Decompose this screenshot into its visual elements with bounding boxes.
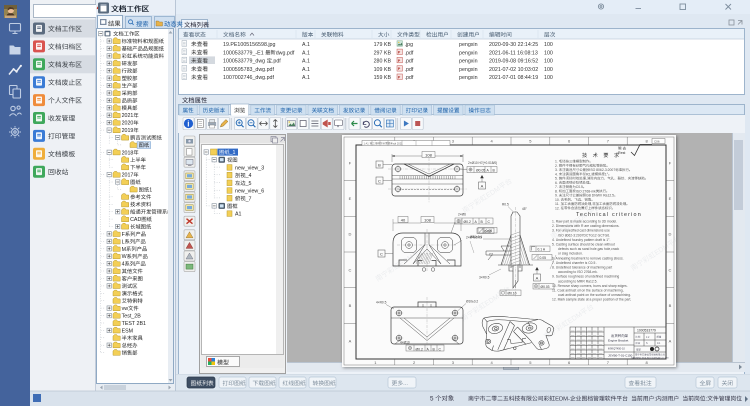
svg-text:2021-07-02 10:03:02: 2021-07-02 10:03:02: [489, 67, 538, 73]
svg-text:A.1: A.1: [302, 42, 310, 48]
svg-text:A.1: A.1: [302, 59, 310, 65]
svg-text:2020-09-30 22:14:25: 2020-09-30 22:14:25: [489, 42, 538, 48]
svg-text:.jpg: .jpg: [405, 42, 414, 48]
svg-text:.pdf: .pdf: [272, 59, 281, 65]
svg-text:.pdf: .pdf: [405, 59, 414, 65]
svg-text:EDM-: EDM-: [555, 397, 570, 403]
svg-text:280 KB: 280 KB: [374, 59, 392, 65]
svg-text:100: 100: [544, 67, 553, 73]
svg-text:100: 100: [544, 50, 553, 56]
svg-text:pengxin: pengxin: [459, 75, 478, 81]
svg-text:19.PE1005156598.jpg: 19.PE1005156598.jpg: [223, 42, 275, 48]
svg-text:pengxin: pengxin: [459, 50, 478, 56]
svg-text:.pdf: .pdf: [405, 67, 414, 73]
svg-text:2021-07-01 08:44:19: 2021-07-01 08:44:19: [489, 75, 538, 81]
svg-text:109 KB: 109 KB: [374, 67, 392, 73]
svg-text:2019-09-08 09:16:52: 2019-09-08 09:16:52: [489, 59, 538, 65]
svg-text:P: P: [398, 67, 401, 71]
svg-text:P: P: [398, 75, 401, 79]
svg-text:297 KB: 297 KB: [374, 50, 392, 56]
svg-text:1007002746_dwg.pdf: 1007002746_dwg.pdf: [223, 75, 274, 81]
svg-text:P: P: [398, 51, 401, 55]
svg-text:pengxin: pengxin: [459, 42, 478, 48]
svg-text:P: P: [398, 59, 401, 63]
svg-text:1000533779_-E1: 1000533779_-E1: [223, 50, 264, 56]
svg-text:.pdf: .pdf: [405, 75, 414, 81]
svg-text:100: 100: [544, 59, 553, 65]
svg-text:A.1: A.1: [302, 67, 310, 73]
svg-text:5: 5: [430, 396, 434, 403]
svg-text:dwg.pdf: dwg.pdf: [276, 50, 295, 56]
svg-text:.pdf: .pdf: [405, 50, 414, 56]
svg-text:pengxin: pengxin: [459, 67, 478, 73]
svg-text:159 KB: 159 KB: [374, 75, 392, 81]
svg-text:1000595783_dwg.pdf: 1000595783_dwg.pdf: [223, 67, 274, 73]
svg-text:pengxin: pengxin: [459, 59, 478, 65]
svg-text:100: 100: [544, 42, 553, 48]
svg-text:A.1: A.1: [302, 75, 310, 81]
svg-text:A.1: A.1: [302, 50, 310, 56]
svg-text:2021-06-11 16:08:13: 2021-06-11 16:08:13: [489, 50, 538, 56]
svg-text:1000533779_dwg: 1000533779_dwg: [223, 59, 265, 65]
svg-text:179 KB: 179 KB: [374, 42, 392, 48]
svg-text:100: 100: [544, 75, 553, 81]
